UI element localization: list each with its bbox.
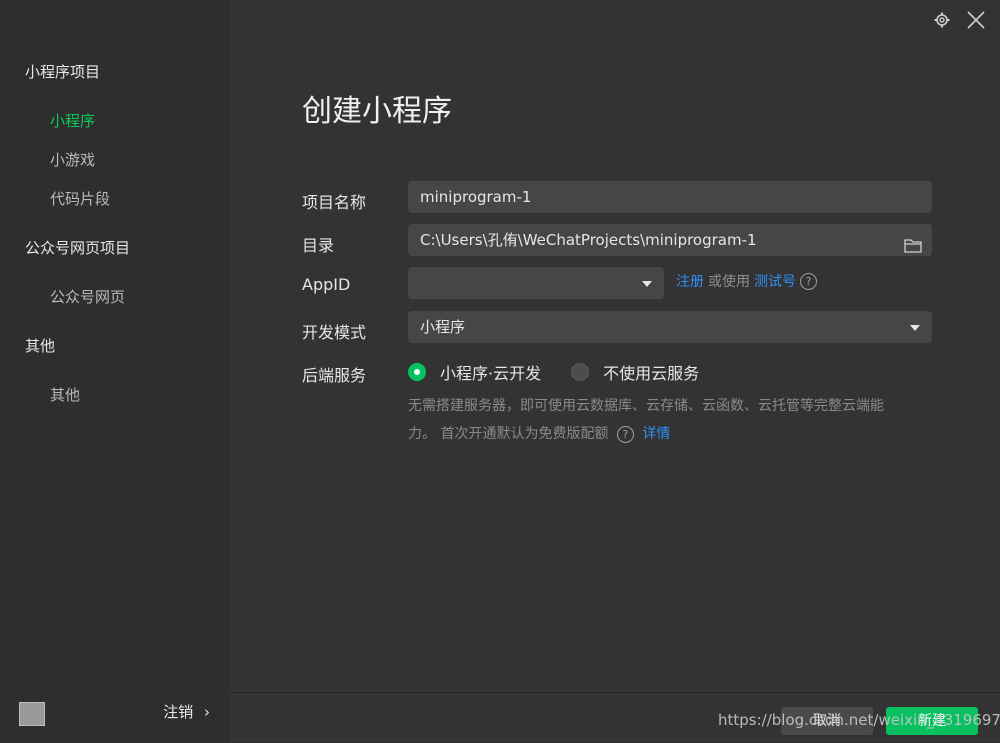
logout-button[interactable]: 注销 › [163, 701, 210, 722]
avatar[interactable] [19, 702, 45, 726]
main-panel: 创建小程序 项目名称 miniprogram-1 目录 C:\Users\孔侑\… [230, 0, 1000, 742]
sidebar-footer: 注销 › [0, 692, 230, 742]
project-name-input[interactable]: miniprogram-1 [408, 181, 932, 213]
backend-desc-line2-row: 力。 首次开通默认为免费版配额 ? 详情 [408, 420, 938, 448]
chevron-down-icon [642, 281, 652, 287]
backend-radio-group: 小程序·云开发 不使用云服务 [408, 360, 699, 384]
radio-cloud-dev-label[interactable]: 小程序·云开发 [440, 360, 541, 384]
sidebar-item-code-snippet[interactable]: 代码片段 [50, 188, 110, 209]
sidebar-item-minigame[interactable]: 小游戏 [50, 149, 95, 170]
project-name-label: 项目名称 [302, 193, 367, 212]
sidebar-item-official-account-web[interactable]: 公众号网页 [50, 286, 125, 307]
appid-links: 注册 或使用 测试号 ? [676, 271, 817, 291]
radio-no-cloud-label[interactable]: 不使用云服务 [603, 360, 699, 384]
radio-no-cloud[interactable] [571, 363, 590, 381]
directory-value: C:\Users\孔侑\WeChatProjects\miniprogram-1 [420, 231, 757, 249]
help-icon[interactable]: ? [800, 272, 817, 290]
register-link[interactable]: 注册 [676, 271, 704, 291]
dev-mode-select[interactable]: 小程序 [408, 311, 932, 343]
backend-desc-line1: 无需搭建服务器，即可使用云数据库、云存储、云函数、云托管等完整云端能 [408, 398, 884, 414]
sidebar-item-other[interactable]: 其他 [50, 384, 80, 405]
chevron-down-icon [910, 325, 920, 331]
close-icon[interactable] [964, 8, 988, 32]
window-controls [930, 8, 988, 32]
backend-desc-line2: 力。 首次开通默认为免费版配额 [408, 426, 609, 442]
backend-description: 无需搭建服务器，即可使用云数据库、云存储、云函数、云托管等完整云端能 力。 首次… [408, 392, 938, 448]
section-title-other: 其他 [25, 337, 56, 355]
folder-icon[interactable] [904, 232, 922, 256]
gear-icon[interactable] [930, 8, 954, 32]
directory-label: 目录 [302, 236, 335, 255]
appid-label: AppID [302, 275, 351, 294]
section-title-miniprogram: 小程序项目 [25, 63, 101, 81]
backend-label: 后端服务 [302, 366, 367, 385]
watermark: https://blog.csdn.net/weixin_4319697 [718, 711, 1000, 729]
logout-label: 注销 [163, 703, 194, 721]
help-icon[interactable]: ? [616, 425, 634, 443]
radio-cloud-dev[interactable] [408, 363, 426, 381]
or-use-text: 或使用 [708, 274, 750, 290]
appid-select[interactable] [408, 267, 664, 299]
project-name-value: miniprogram-1 [420, 188, 532, 206]
directory-input[interactable]: C:\Users\孔侑\WeChatProjects\miniprogram-1 [408, 224, 932, 256]
dev-mode-value: 小程序 [420, 318, 466, 336]
page-title: 创建小程序 [302, 94, 452, 129]
chevron-right-icon: › [204, 703, 210, 721]
details-link[interactable]: 详情 [642, 426, 670, 442]
test-account-link[interactable]: 测试号 [754, 271, 796, 291]
sidebar-item-miniprogram[interactable]: 小程序 [50, 110, 95, 131]
sidebar: 小程序项目 小程序 小游戏 代码片段 公众号网页项目 公众号网页 其他 其他 注… [0, 0, 230, 742]
dev-mode-label: 开发模式 [302, 323, 367, 342]
section-title-official-account: 公众号网页项目 [25, 239, 131, 257]
